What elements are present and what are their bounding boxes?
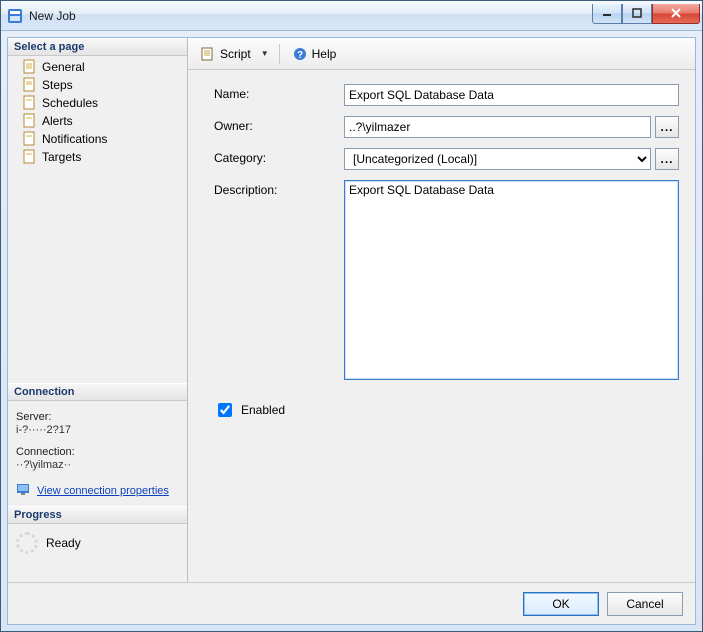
script-button[interactable]: Script	[196, 44, 255, 64]
description-textarea[interactable]: Export SQL Database Data	[344, 180, 679, 380]
connection-value: ··?\yilmaz··	[16, 459, 179, 471]
cancel-button[interactable]: Cancel	[607, 592, 683, 616]
owner-label: Owner:	[214, 116, 344, 133]
page-icon	[22, 113, 38, 129]
progress-status: Ready	[46, 536, 81, 550]
connection-header: Connection	[8, 383, 187, 401]
name-label: Name:	[214, 84, 344, 101]
page-icon	[22, 131, 38, 147]
page-label: Steps	[42, 78, 73, 92]
content-area: Select a page General Steps	[7, 37, 696, 625]
progress-block: Ready	[8, 524, 187, 562]
dialog-footer: OK Cancel	[8, 582, 695, 624]
script-icon	[200, 46, 216, 62]
help-icon: ?	[292, 46, 308, 62]
form-area: Name: Owner: ...	[188, 70, 695, 582]
new-job-dialog: New Job Select a page	[0, 0, 703, 632]
category-label: Category:	[214, 148, 344, 165]
page-icon	[22, 77, 38, 93]
script-dropdown-arrow[interactable]: ▼	[259, 49, 271, 58]
window-frame: Select a page General Steps	[1, 31, 702, 631]
toolbar-divider	[279, 44, 280, 64]
svg-text:?: ?	[297, 50, 303, 61]
close-button[interactable]	[652, 4, 700, 24]
connection-block: Server: i-?·····2?17 Connection: ··?\yil…	[8, 401, 187, 506]
app-icon	[7, 8, 23, 24]
title-bar[interactable]: New Job	[1, 1, 702, 31]
category-browse-button[interactable]: ...	[655, 148, 679, 170]
select-page-header: Select a page	[8, 38, 187, 56]
page-label: Targets	[42, 150, 81, 164]
maximize-button[interactable]	[622, 4, 652, 24]
connection-properties-icon	[16, 481, 32, 500]
category-select[interactable]: [Uncategorized (Local)]	[344, 148, 651, 170]
page-item-notifications[interactable]: Notifications	[8, 130, 187, 148]
owner-input[interactable]	[344, 116, 651, 138]
toolbar: Script ▼ ? Help	[188, 38, 695, 70]
window-title: New Job	[29, 9, 592, 23]
script-label: Script	[220, 47, 251, 61]
owner-browse-button[interactable]: ...	[655, 116, 679, 138]
connection-label: Connection:	[16, 446, 179, 458]
minimize-button[interactable]	[592, 4, 622, 24]
page-item-schedules[interactable]: Schedules	[8, 94, 187, 112]
page-icon	[22, 149, 38, 165]
description-label: Description:	[214, 180, 344, 197]
page-item-targets[interactable]: Targets	[8, 148, 187, 166]
page-label: Schedules	[42, 96, 98, 110]
page-item-alerts[interactable]: Alerts	[8, 112, 187, 130]
page-icon	[22, 95, 38, 111]
right-pane: Script ▼ ? Help Name:	[188, 38, 695, 582]
progress-spinner-icon	[16, 532, 38, 554]
enabled-label: Enabled	[241, 403, 285, 417]
left-pane: Select a page General Steps	[8, 38, 188, 582]
page-icon	[22, 59, 38, 75]
name-input[interactable]	[344, 84, 679, 106]
page-label: General	[42, 60, 85, 74]
enabled-checkbox[interactable]	[218, 403, 232, 417]
server-label: Server:	[16, 411, 179, 423]
view-connection-properties-link[interactable]: View connection properties	[37, 485, 169, 497]
page-label: Alerts	[42, 114, 73, 128]
server-value: i-?·····2?17	[16, 424, 179, 436]
help-label: Help	[312, 47, 337, 61]
page-label: Notifications	[42, 132, 107, 146]
page-item-general[interactable]: General	[8, 58, 187, 76]
progress-header: Progress	[8, 506, 187, 524]
page-item-steps[interactable]: Steps	[8, 76, 187, 94]
ok-button[interactable]: OK	[523, 592, 599, 616]
help-button[interactable]: ? Help	[288, 44, 341, 64]
page-list: General Steps Schedules	[8, 56, 187, 168]
